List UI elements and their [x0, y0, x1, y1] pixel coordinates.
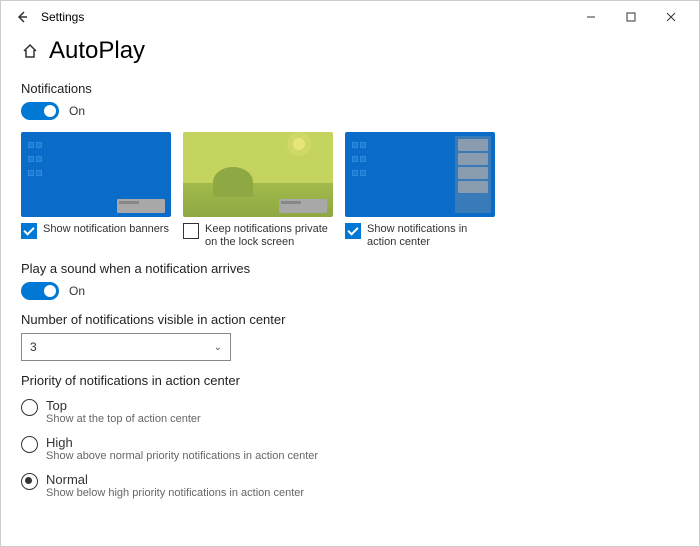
preview-actioncenter — [345, 132, 495, 217]
sound-toggle-label: On — [69, 284, 85, 298]
page-header: AutoPlay — [1, 33, 699, 73]
notifications-heading: Notifications — [21, 81, 679, 96]
radio-normal-label: Normal — [46, 472, 304, 487]
count-heading: Number of notifications visible in actio… — [21, 312, 679, 327]
sound-toggle[interactable] — [21, 282, 59, 300]
sound-heading: Play a sound when a notification arrives — [21, 261, 679, 276]
radio-normal[interactable] — [21, 473, 38, 490]
title-bar: Settings — [1, 1, 699, 33]
notifications-toggle[interactable] — [21, 102, 59, 120]
radio-top[interactable] — [21, 399, 38, 416]
checkbox-banner[interactable] — [21, 223, 37, 239]
back-button[interactable] — [9, 5, 33, 29]
close-button[interactable] — [651, 3, 691, 31]
preview-lockscreen — [183, 132, 333, 217]
radio-top-desc: Show at the top of action center — [46, 413, 201, 425]
radio-top-label: Top — [46, 398, 201, 413]
radio-high[interactable] — [21, 436, 38, 453]
checkbox-actioncenter-label: Show notifications in action center — [367, 223, 495, 249]
checkbox-actioncenter[interactable] — [345, 223, 361, 239]
checkbox-lock[interactable] — [183, 223, 199, 239]
home-icon[interactable] — [21, 42, 39, 60]
page-title: AutoPlay — [49, 37, 145, 65]
count-select[interactable]: 3 ⌄ — [21, 333, 231, 361]
priority-heading: Priority of notifications in action cent… — [21, 373, 679, 388]
radio-high-label: High — [46, 435, 318, 450]
radio-normal-desc: Show below high priority notifications i… — [46, 487, 304, 499]
checkbox-lock-label: Keep notifications private on the lock s… — [205, 223, 333, 249]
chevron-down-icon: ⌄ — [214, 342, 222, 353]
radio-high-desc: Show above normal priority notifications… — [46, 450, 318, 462]
maximize-button[interactable] — [611, 3, 651, 31]
preview-banner — [21, 132, 171, 217]
window-title: Settings — [41, 10, 571, 24]
minimize-button[interactable] — [571, 3, 611, 31]
notifications-toggle-label: On — [69, 104, 85, 118]
count-value: 3 — [30, 340, 37, 354]
checkbox-banner-label: Show notification banners — [43, 223, 169, 236]
